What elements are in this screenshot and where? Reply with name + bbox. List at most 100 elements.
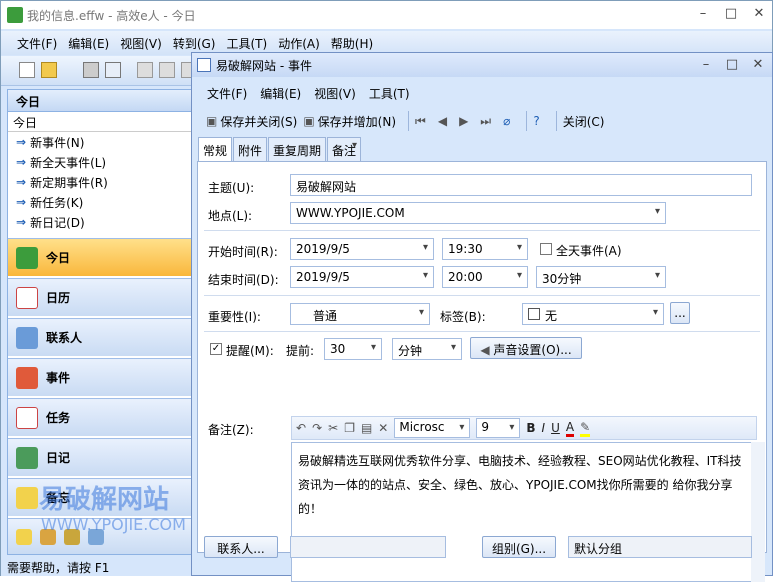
sound-settings-label: 声音设置(O)...	[493, 343, 572, 357]
nav-link-label: 新任务(K)	[30, 195, 84, 210]
copy-icon[interactable]	[159, 62, 175, 78]
nav-link-new-diary[interactable]: ⇒ 新日记(D)	[8, 212, 192, 232]
menu-goto[interactable]: 转到(G)	[173, 35, 216, 52]
italic-icon[interactable]: I	[542, 421, 546, 435]
cut-icon[interactable]: ✂	[328, 421, 338, 435]
end-date-select[interactable]: 2019/9/5	[290, 266, 434, 288]
print-icon[interactable]	[83, 62, 99, 78]
dialog-tabs: 常规 附件 重复周期 备注	[198, 137, 362, 161]
print-preview-icon[interactable]	[105, 62, 121, 78]
bold-icon[interactable]: B	[526, 421, 535, 435]
nav-header: 今日	[8, 90, 192, 112]
font-color-icon[interactable]: A	[565, 420, 575, 437]
copy-icon[interactable]: ❐	[344, 421, 355, 435]
dialog-title: 易破解网站 - 事件	[216, 58, 312, 73]
menu-tools[interactable]: 工具(T)	[226, 35, 267, 52]
attachment-icon[interactable]: ⌀	[503, 114, 510, 128]
tab-attachments[interactable]: 附件	[233, 137, 268, 161]
nav-button-today[interactable]: 今日	[8, 238, 192, 276]
notes-scrollbar[interactable]	[751, 442, 765, 582]
help-icon[interactable]: ?	[533, 114, 539, 128]
speaker-icon: ◀	[480, 343, 490, 357]
font-size-select[interactable]: 9	[476, 418, 521, 438]
close-button[interactable]: ✕	[747, 5, 771, 23]
maximize-button[interactable]: □	[719, 5, 743, 23]
new-icon[interactable]	[19, 62, 35, 78]
save-close-label: 保存并关闭(S)	[220, 114, 298, 129]
importance-select[interactable]: 普通	[290, 303, 430, 325]
tab-general[interactable]: 常规	[198, 137, 233, 161]
nav-button-events[interactable]: 事件	[8, 358, 192, 396]
nav-button-label: 联系人	[46, 331, 83, 345]
group-field[interactable]: 默认分组	[568, 536, 752, 558]
folder-icon[interactable]	[16, 528, 32, 545]
advance-unit-select[interactable]: 分钟	[392, 338, 462, 360]
font-select[interactable]: Microsc	[394, 418, 471, 438]
tab-recurrence[interactable]: 重复周期	[268, 137, 327, 161]
dialog-menu-tools[interactable]: 工具(T)	[369, 85, 410, 102]
diary-icon	[16, 446, 38, 469]
nav-button-diary[interactable]: 日记	[8, 438, 192, 476]
contacts-button[interactable]: 联系人...	[204, 536, 278, 558]
dialog-menu-edit[interactable]: 编辑(E)	[260, 85, 301, 102]
redo-icon[interactable]: ↷	[312, 421, 322, 435]
group-button[interactable]: 组别(G)...	[482, 536, 556, 558]
close-dialog-button[interactable]: 关闭(C)	[563, 113, 605, 130]
toolbar-separator	[408, 111, 410, 131]
nav-button-contacts[interactable]: 联系人	[8, 318, 192, 356]
menu-actions[interactable]: 动作(A)	[278, 35, 320, 52]
nav-link-new-recurring-event[interactable]: ⇒ 新定期事件(R)	[8, 172, 192, 192]
menu-file[interactable]: 文件(F)	[17, 35, 57, 52]
notes-textarea[interactable]: 易破解精选互联网优秀软件分享、电脑技术、经验教程、SEO网站优化教程、IT科技资…	[291, 442, 757, 582]
start-date-select[interactable]: 2019/9/5	[290, 238, 434, 260]
dialog-menu-file[interactable]: 文件(F)	[207, 85, 247, 102]
nav-button-calendar[interactable]: 日历	[8, 278, 192, 316]
dialog-maximize-button[interactable]: □	[720, 56, 744, 74]
general-form: 主题(U): 易破解网站 地点(L): WWW.YPOJIE.COM 开始时间(…	[197, 161, 767, 582]
nav-link-new-task[interactable]: ⇒ 新任务(K)	[8, 192, 192, 212]
contacts-field[interactable]	[290, 536, 446, 558]
advance-value-select[interactable]: 30	[324, 338, 382, 360]
calendar-icon	[16, 286, 38, 309]
previous-record-icon[interactable]: ◀	[438, 114, 447, 128]
menu-view[interactable]: 视图(V)	[120, 35, 162, 52]
dialog-menu-view[interactable]: 视图(V)	[314, 85, 356, 102]
paste-icon[interactable]: ▤	[361, 421, 372, 435]
allday-checkbox[interactable]	[540, 243, 552, 255]
last-record-icon[interactable]: ⏭	[480, 114, 491, 129]
subject-input[interactable]: 易破解网站	[290, 174, 752, 196]
minimize-button[interactable]: –	[691, 5, 715, 23]
end-time-label: 结束时间(D):	[208, 273, 279, 287]
location-label: 地点(L):	[208, 209, 253, 223]
nav-link-label: 新全天事件(L)	[30, 155, 107, 170]
menu-help[interactable]: 帮助(H)	[331, 35, 373, 52]
location-select[interactable]: WWW.YPOJIE.COM	[290, 202, 666, 224]
tag-select[interactable]: 无	[522, 303, 664, 325]
tag-more-button[interactable]: ...	[670, 302, 690, 324]
divider	[204, 331, 760, 332]
advance-label: 提前:	[286, 344, 315, 358]
start-time-select[interactable]: 19:30	[442, 238, 528, 260]
menu-edit[interactable]: 编辑(E)	[68, 35, 109, 52]
watermark-en: WWW.YPOJIE.COM	[41, 515, 186, 534]
save-add-button[interactable]: ▣ 保存并增加(N)	[303, 113, 396, 130]
highlight-icon[interactable]: ✎	[580, 420, 591, 437]
open-folder-icon[interactable]	[41, 62, 57, 78]
nav-button-tasks[interactable]: 任务	[8, 398, 192, 436]
sound-settings-button[interactable]: ◀ 声音设置(O)...	[470, 337, 582, 359]
next-record-icon[interactable]: ▶	[459, 114, 468, 128]
duration-select[interactable]: 30分钟	[536, 266, 666, 288]
start-time-label: 开始时间(R):	[208, 245, 278, 259]
nav-link-new-allday-event[interactable]: ⇒ 新全天事件(L)	[8, 152, 192, 172]
reminder-checkbox[interactable]: ✓	[210, 343, 222, 355]
end-time-select[interactable]: 20:00	[442, 266, 528, 288]
first-record-icon[interactable]: ⏮	[415, 114, 426, 129]
undo-icon[interactable]: ↶	[296, 421, 306, 435]
save-close-button[interactable]: ▣ 保存并关闭(S)	[206, 113, 297, 130]
nav-link-new-event[interactable]: ⇒ 新事件(N)	[8, 132, 192, 152]
cut-icon[interactable]	[137, 62, 153, 78]
dialog-close-button[interactable]: ✕	[746, 56, 770, 74]
clear-format-icon[interactable]: ✕	[378, 421, 388, 435]
dialog-minimize-button[interactable]: –	[694, 56, 718, 74]
underline-icon[interactable]: U	[551, 421, 560, 435]
